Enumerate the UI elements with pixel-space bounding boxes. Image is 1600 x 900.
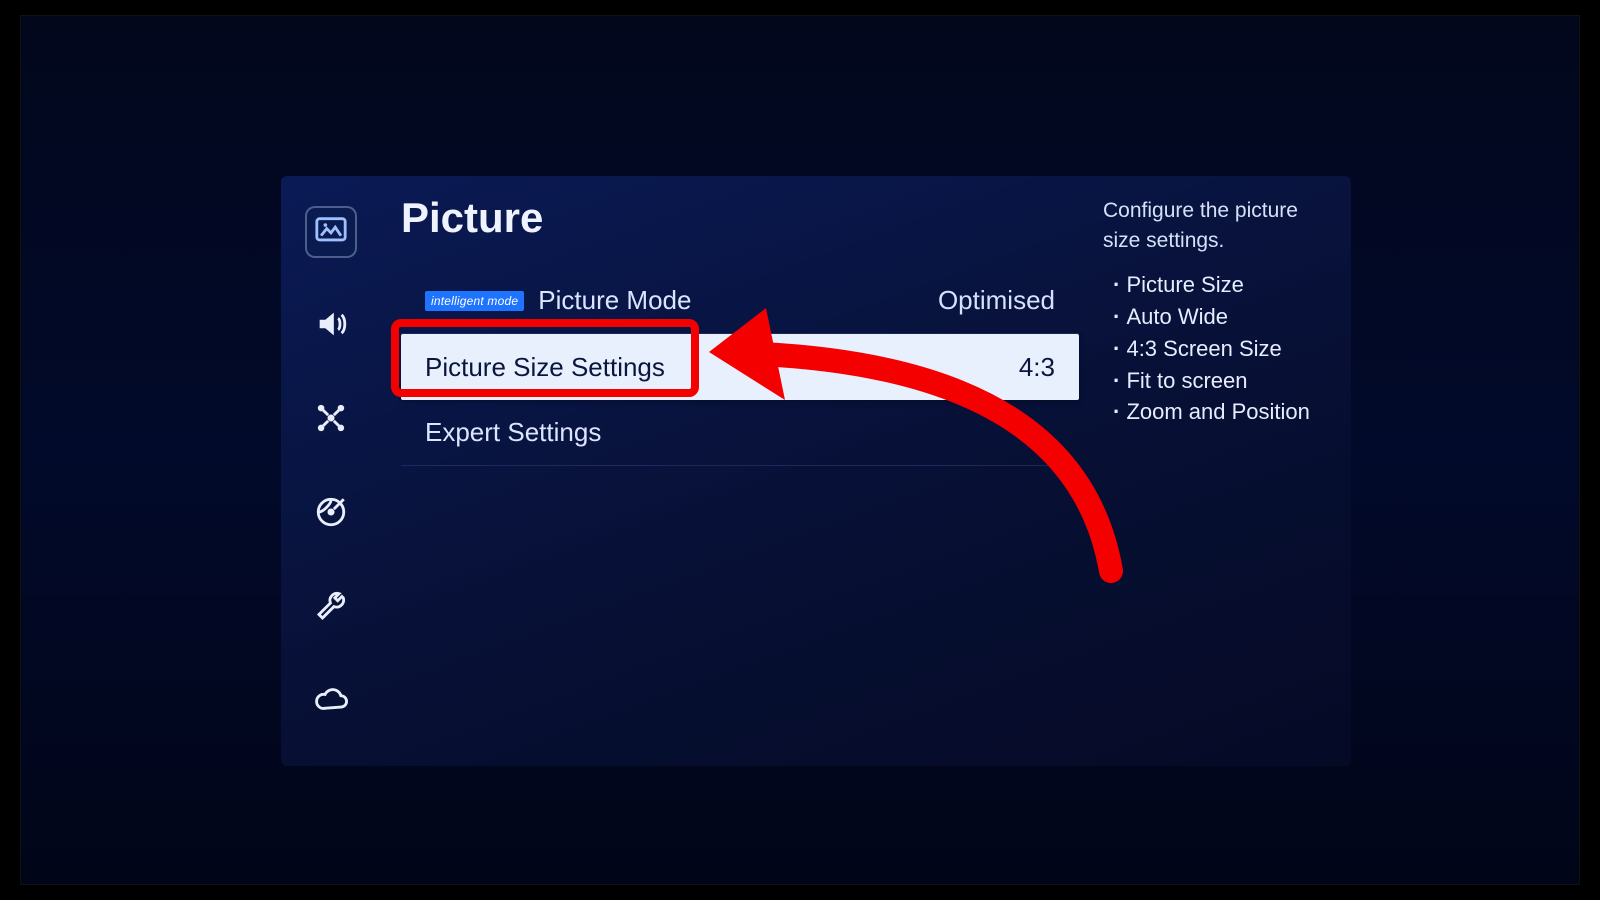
settings-panel: Picture intelligent mode Picture Mode Op… xyxy=(281,176,1351,766)
picture-size-settings-value: 4:3 xyxy=(1019,352,1055,383)
picture-mode-value: Optimised xyxy=(938,285,1055,316)
network-icon xyxy=(314,401,348,440)
wrench-icon xyxy=(314,589,348,628)
help-list: Picture Size Auto Wide 4:3 Screen Size F… xyxy=(1103,269,1329,428)
help-item: Fit to screen xyxy=(1113,365,1329,397)
expert-settings-label: Expert Settings xyxy=(425,417,601,448)
expert-settings-row[interactable]: Expert Settings xyxy=(401,400,1079,466)
intelligent-mode-badge: intelligent mode xyxy=(425,291,524,311)
help-description: Configure the picture size settings. xyxy=(1103,196,1329,257)
picture-size-settings-label: Picture Size Settings xyxy=(425,352,665,383)
help-item: 4:3 Screen Size xyxy=(1113,333,1329,365)
sidebar-item-network[interactable] xyxy=(305,394,357,446)
help-item: Picture Size xyxy=(1113,269,1329,301)
sound-icon xyxy=(314,307,348,346)
broadcast-icon xyxy=(314,495,348,534)
tv-screen: Picture intelligent mode Picture Mode Op… xyxy=(20,15,1580,885)
picture-mode-label: Picture Mode xyxy=(538,285,691,316)
sidebar-item-sound[interactable] xyxy=(305,300,357,352)
picture-icon xyxy=(314,213,348,252)
picture-mode-row[interactable]: intelligent mode Picture Mode Optimised xyxy=(401,268,1079,334)
help-item: Auto Wide xyxy=(1113,301,1329,333)
sidebar-item-support[interactable] xyxy=(305,676,357,728)
settings-list: intelligent mode Picture Mode Optimised … xyxy=(401,268,1079,466)
settings-main: Picture intelligent mode Picture Mode Op… xyxy=(381,176,1089,766)
picture-size-settings-row[interactable]: Picture Size Settings 4:3 xyxy=(401,334,1079,400)
help-panel: Configure the picture size settings. Pic… xyxy=(1089,176,1339,766)
sidebar-item-broadcast[interactable] xyxy=(305,488,357,540)
cloud-icon xyxy=(314,683,348,722)
settings-sidebar xyxy=(281,176,381,766)
sidebar-item-system[interactable] xyxy=(305,582,357,634)
help-item: Zoom and Position xyxy=(1113,396,1329,428)
sidebar-item-picture[interactable] xyxy=(305,206,357,258)
page-title: Picture xyxy=(401,194,1079,242)
